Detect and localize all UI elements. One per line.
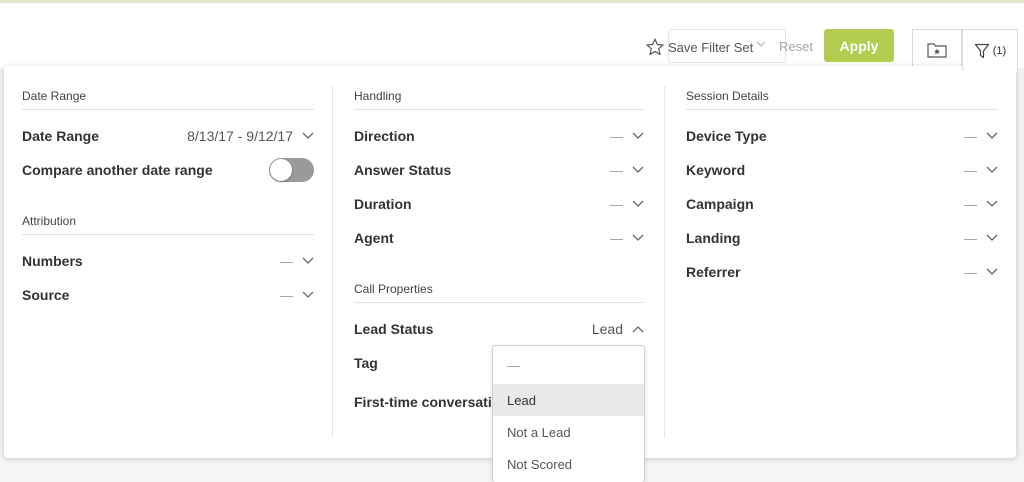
chevron-down-icon (986, 132, 998, 139)
dropdown-option-none[interactable]: — (493, 346, 644, 384)
column-divider (664, 86, 665, 438)
chevron-down-icon (632, 166, 644, 173)
folder-star-icon (927, 42, 947, 58)
campaign-row[interactable]: Campaign — (686, 194, 998, 214)
lead-status-row[interactable]: Lead Status Lead (354, 319, 644, 339)
section-handling: Handling (354, 89, 644, 110)
direction-row[interactable]: Direction — (354, 126, 644, 146)
source-row[interactable]: Source — (22, 285, 314, 305)
landing-label: Landing (686, 230, 741, 246)
section-attribution: Attribution (22, 214, 314, 235)
reset-button[interactable]: Reset (779, 39, 813, 54)
landing-value: — (964, 230, 977, 246)
chevron-down-icon (302, 291, 314, 298)
answer-status-value: — (610, 162, 623, 178)
date-range-label: Date Range (22, 128, 100, 144)
campaign-label: Campaign (686, 196, 754, 212)
chevron-down-icon (986, 234, 998, 241)
device-type-value: — (964, 128, 977, 144)
tag-label: Tag (354, 355, 378, 371)
chevron-down-icon (302, 132, 314, 139)
keyword-label: Keyword (686, 162, 746, 178)
duration-row[interactable]: Duration — (354, 194, 644, 214)
agent-label: Agent (354, 230, 394, 246)
device-type-row[interactable]: Device Type — (686, 126, 998, 146)
first-time-conversation-label: First-time conversatio (354, 394, 501, 410)
numbers-value: — (280, 253, 293, 269)
section-date-range: Date Range (22, 89, 314, 110)
filter-count: (1) (992, 44, 1007, 57)
date-range-row[interactable]: Date Range 8/13/17 - 9/12/17 (22, 126, 314, 146)
answer-status-row[interactable]: Answer Status — (354, 160, 644, 180)
agent-value: — (610, 230, 623, 246)
chevron-down-icon (986, 166, 998, 173)
save-filter-set-button[interactable]: Save Filter Set (645, 34, 753, 60)
source-value: — (280, 287, 293, 303)
source-label: Source (22, 287, 70, 303)
agent-row[interactable]: Agent — (354, 228, 644, 248)
compare-date-range-label: Compare another date range (22, 162, 213, 178)
compare-date-range-row: Compare another date range (22, 158, 314, 182)
campaign-value: — (964, 196, 977, 212)
section-call-properties: Call Properties (354, 282, 644, 303)
chevron-down-icon (632, 200, 644, 207)
device-type-label: Device Type (686, 128, 767, 144)
funnel-icon (974, 43, 989, 58)
dropdown-option-not-scored[interactable]: Not Scored (493, 448, 644, 480)
column-session-details: Session Details Device Type — Keyword — … (686, 66, 998, 458)
keyword-value: — (964, 162, 977, 178)
numbers-row[interactable]: Numbers — (22, 251, 314, 271)
lead-status-dropdown: — Lead Not a Lead Not Scored (492, 345, 645, 482)
lead-status-value: Lead (591, 321, 623, 337)
numbers-label: Numbers (22, 253, 83, 269)
chevron-down-icon (632, 132, 644, 139)
chevron-up-icon (632, 326, 644, 333)
duration-label: Duration (354, 196, 412, 212)
lead-status-label: Lead Status (354, 321, 434, 337)
section-session-details: Session Details (686, 89, 998, 110)
apply-button[interactable]: Apply (824, 29, 894, 62)
referrer-row[interactable]: Referrer — (686, 262, 998, 282)
keyword-row[interactable]: Keyword — (686, 160, 998, 180)
chevron-down-icon (632, 234, 644, 241)
chevron-down-icon (756, 41, 766, 47)
chevron-down-icon (986, 200, 998, 207)
dropdown-option-lead[interactable]: Lead (493, 384, 644, 416)
direction-value: — (610, 128, 623, 144)
star-icon (646, 38, 664, 56)
duration-value: — (610, 196, 623, 212)
saved-filters-button[interactable] (912, 29, 962, 69)
filter-toggle-button[interactable]: (1) (962, 29, 1018, 71)
column-date-attribution: Date Range Date Range 8/13/17 - 9/12/17 … (22, 66, 314, 458)
chevron-down-icon (302, 257, 314, 264)
toggle-knob (270, 159, 292, 181)
chevron-down-icon (986, 268, 998, 275)
referrer-label: Referrer (686, 264, 741, 280)
save-filter-set-label: Save Filter Set (668, 39, 754, 55)
referrer-value: — (964, 264, 977, 280)
top-toolbar: Save Filter Set Reset Apply (1) (0, 0, 1024, 71)
landing-row[interactable]: Landing — (686, 228, 998, 248)
dropdown-option-not-a-lead[interactable]: Not a Lead (493, 416, 644, 448)
column-divider (332, 86, 333, 438)
date-range-value: 8/13/17 - 9/12/17 (187, 128, 293, 144)
direction-label: Direction (354, 128, 415, 144)
answer-status-label: Answer Status (354, 162, 452, 178)
compare-date-range-toggle[interactable] (269, 158, 314, 182)
